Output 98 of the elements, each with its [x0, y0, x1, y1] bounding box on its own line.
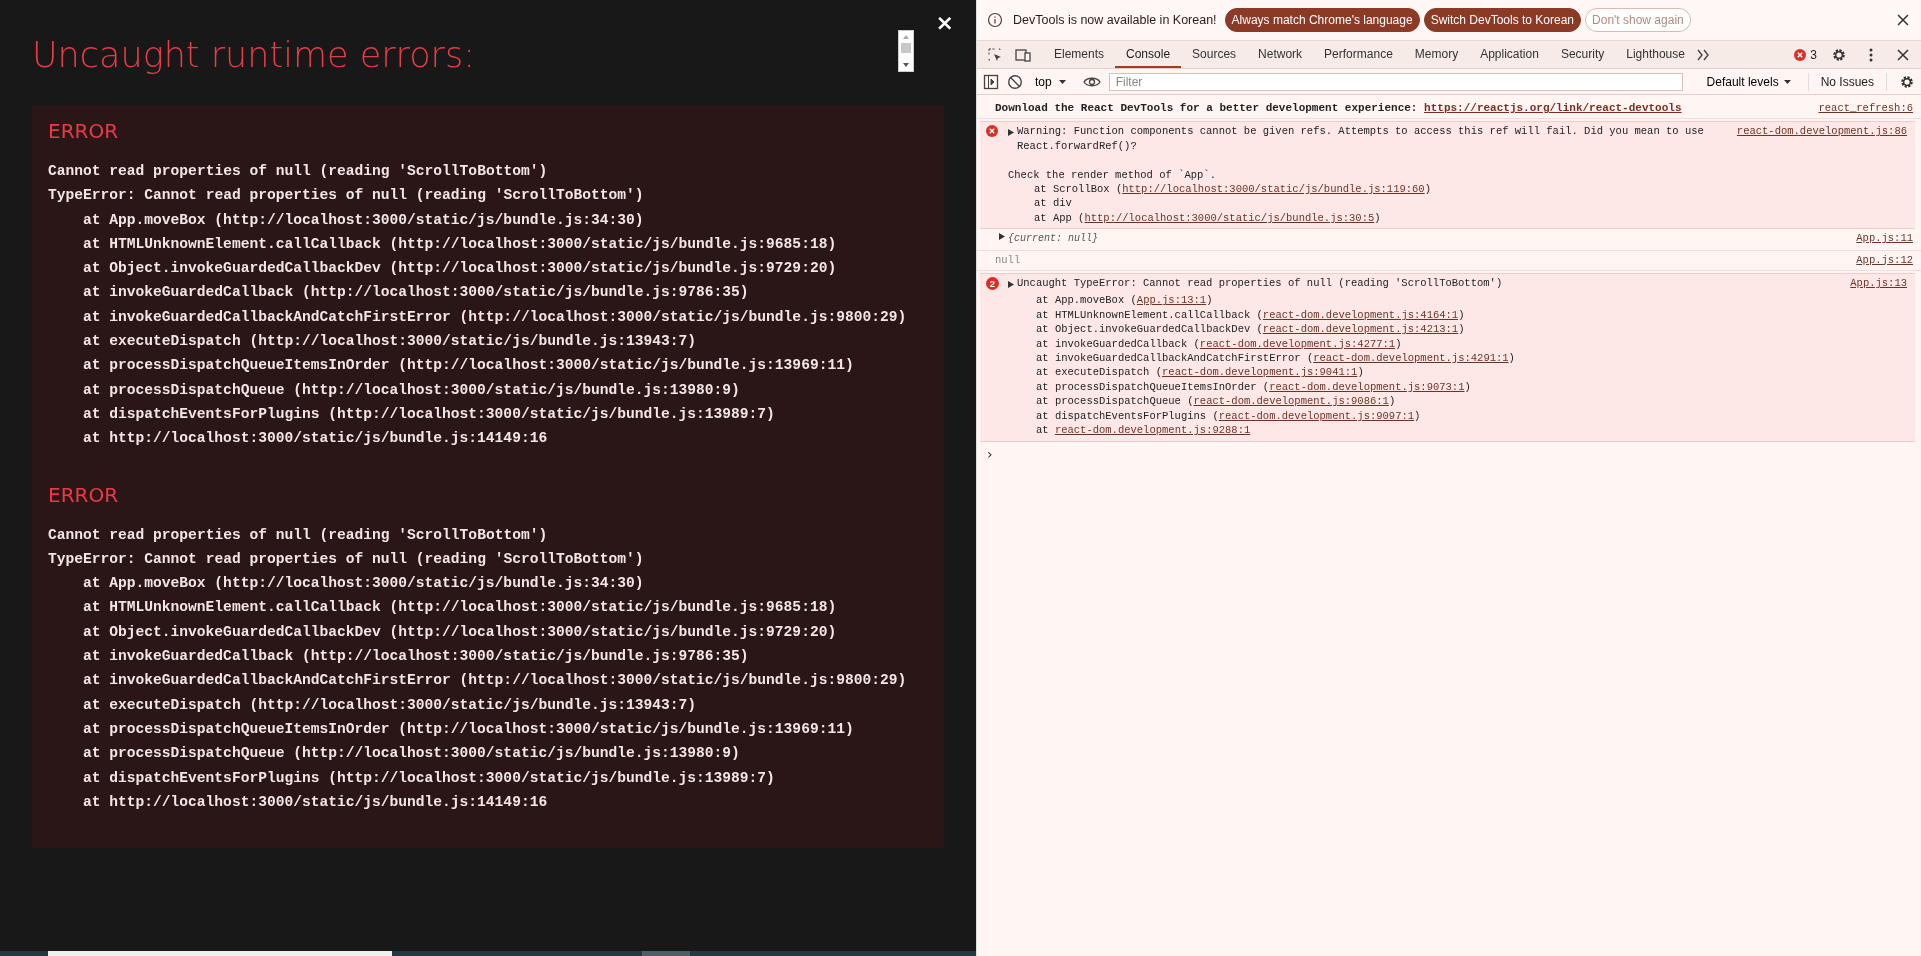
error-label: ERROR [48, 118, 119, 145]
stack-frame: at div [1008, 196, 1717, 211]
stack-link[interactable]: react-dom.development.js:4213:1 [1262, 323, 1459, 336]
context-dropdown[interactable]: top [1035, 74, 1067, 89]
stack-frame: at HTMLUnknownElement.callCallback (react-dom.development.js:4164:1) [1008, 307, 1831, 323]
clear-console-icon[interactable] [1007, 73, 1023, 90]
stack-frame: at dispatchEventsForPlugins (http://localhost:3000/static/js/bundle.js:13989:7) [48, 765, 775, 790]
panel-tab[interactable]: Performance [1313, 41, 1404, 68]
stack-frame: at executeDispatch (http://localhost:3000/static/js/bundle.js:13943:7) [48, 329, 697, 354]
error-count[interactable]: 3 [1810, 47, 1817, 62]
panel-tab[interactable]: Lighthouse [1615, 41, 1696, 68]
stack-frame: at processDispatchQueue (react-dom.development.js:9086:1) [1008, 394, 1831, 409]
close-button[interactable]: × [931, 10, 958, 35]
stack-frame: at Object.invokeGuardedCallbackDev (http://localhost:3000/static/js/bundle.js:9729:20) [48, 619, 837, 645]
stack-link[interactable]: react-dom.development.js:9086:1 [1193, 395, 1389, 408]
source-link[interactable]: react-dom.development.js:86 [1736, 124, 1907, 139]
error-message: Cannot read properties of null (reading 'ScrollToBottom') [48, 525, 548, 545]
stack-frame: at dispatchEventsForPlugins (http://localhost:3000/static/js/bundle.js:13989:7) [48, 401, 775, 427]
panel-tab[interactable]: Sources [1181, 41, 1248, 68]
issues-label[interactable]: No Issues [1807, 72, 1887, 91]
stack-link[interactable]: App.js:13:1 [1136, 294, 1207, 307]
stack-link[interactable]: http://localhost:3000/static/js/bundle.js:30:5 [1084, 211, 1375, 224]
stack-link[interactable]: react-dom.development.js:4164:1 [1262, 308, 1459, 321]
infobar-button[interactable]: Switch DevTools to Korean [1423, 8, 1582, 32]
stack-link[interactable]: react-dom.development.js:9288:1 [1054, 424, 1251, 437]
stack-frame: at invokeGuardedCallbackAndCatchFirstError (http://localhost:3000/static/js/bundle.js:9800:29) [48, 304, 907, 330]
stack-frame: at executeDispatch (react-dom.development.js:9041:1) [1008, 365, 1831, 380]
panel-tab[interactable]: Elements [1043, 41, 1116, 68]
source-link[interactable]: App.js:12 [1856, 252, 1913, 268]
stack-link[interactable]: react-dom.development.js:9073:1 [1269, 380, 1465, 393]
object-value: {current: null} [1008, 233, 1098, 245]
stack-frame: at executeDispatch (http://localhost:3000/static/js/bundle.js:13943:7) [48, 692, 697, 717]
stack-frame: at invokeGuardedCallback (http://localhost:3000/static/js/bundle.js:9786:35) [48, 280, 749, 305]
stack-link[interactable]: react-dom.development.js:9041:1 [1162, 366, 1358, 379]
panel-tab[interactable]: Application [1469, 41, 1550, 68]
error-icon [986, 125, 998, 138]
stack-frame: at Object.invokeGuardedCallbackDev (react-dom.development.js:4213:1) [1008, 322, 1831, 337]
stack-link[interactable]: react-dom.development.js:4291:1 [1313, 352, 1509, 365]
stack-frame: at App.moveBox (App.js:13:1) [1008, 293, 1831, 308]
error-label: ERROR [48, 481, 119, 509]
filter-field[interactable]: Filter [1108, 72, 1683, 91]
stack-link[interactable]: react-dom.development.js:4277:1 [1199, 337, 1396, 350]
error-message: TypeError: Cannot read properties of null (reading 'ScrollToBottom') [48, 186, 644, 206]
panel-tab[interactable]: Memory [1403, 41, 1470, 68]
console-prompt[interactable]: › [977, 441, 1921, 462]
panel-tab[interactable]: Network [1247, 41, 1314, 68]
stack-frame: at react-dom.development.js:9288:1 [1008, 423, 1831, 438]
console-message: Warning: Function components cannot be given refs. Attempts to access this ref will fail. Did you mean to use React.forwardRef()? [1017, 124, 1705, 154]
settings-icon[interactable] [1831, 46, 1847, 63]
source-link[interactable]: App.js:13 [1850, 276, 1907, 291]
console-message: Check the render method of `App`. [1008, 167, 1217, 182]
error-message: TypeError: Cannot read properties of null (reading 'ScrollToBottom') [48, 549, 644, 569]
close-icon[interactable] [1895, 46, 1911, 63]
panel-tab[interactable]: Console [1115, 41, 1182, 68]
info-icon [987, 12, 1003, 28]
console-message: Download the React DevTools for a better development experience: https://reactjs.org/link/react-devtools [995, 101, 1683, 116]
stack-frame: at invokeGuardedCallback (http://localhost:3000/static/js/bundle.js:9786:35) [48, 644, 749, 669]
stack-frame: at App (http://localhost:3000/static/js/bundle.js:30:5) [1008, 210, 1717, 226]
error-icon[interactable] [1794, 48, 1807, 61]
error-title: Uncaught runtime errors: [32, 34, 476, 77]
stack-frame: at HTMLUnknownElement.callCallback (http://localhost:3000/static/js/bundle.js:9685:18) [48, 595, 837, 620]
infobar-button[interactable]: Always match Chrome's language [1224, 8, 1420, 32]
levels-dropdown[interactable]: Default levels [1698, 74, 1800, 89]
stack-link[interactable]: react-dom.development.js:9097:1 [1218, 409, 1415, 422]
stack-frame: at processDispatchQueue (http://localhost:3000/static/js/bundle.js:13980:9) [48, 377, 740, 402]
settings-icon[interactable] [1899, 73, 1915, 90]
stack-frame: at ScrollBox (http://localhost:3000/static/js/bundle.js:119:60) [1008, 182, 1717, 197]
caret-icon [1057, 78, 1067, 85]
stack-frame: at processDispatchQueueItemsInOrder (http://localhost:3000/static/js/bundle.js:13969:11) [48, 716, 854, 742]
stack-frame: at processDispatchQueueItemsInOrder (react-dom.development.js:9073:1) [1008, 379, 1831, 395]
stack-frame: at dispatchEventsForPlugins (react-dom.development.js:9097:1) [1008, 408, 1831, 424]
sidebar-icon[interactable] [983, 73, 999, 90]
stack-frame: at processDispatchQueue (http://localhost:3000/static/js/bundle.js:13980:9) [48, 741, 740, 766]
source-link[interactable]: react_refresh:6 [1818, 101, 1913, 116]
console-message: Uncaught TypeError: Cannot read properties of null (reading 'ScrollToBottom') [1017, 276, 1504, 291]
source-link[interactable]: App.js:11 [1856, 231, 1913, 246]
stack-frame: at Object.invokeGuardedCallbackDev (http://localhost:3000/static/js/bundle.js:9729:20) [48, 256, 837, 281]
error-message: Cannot read properties of null (reading 'ScrollToBottom') [48, 162, 548, 181]
stack-frame: at invokeGuardedCallbackAndCatchFirstError (react-dom.development.js:4291:1) [1008, 351, 1831, 366]
log-value: null [995, 253, 1021, 266]
stack-frame: at invokeGuardedCallback (react-dom.development.js:4277:1) [1008, 336, 1831, 352]
device-icon[interactable] [1015, 46, 1031, 63]
stack-link[interactable]: http://localhost:3000/static/js/bundle.js:119:60 [1122, 183, 1425, 195]
panel-tab[interactable]: Security [1549, 41, 1616, 68]
stack-frame: at http://localhost:3000/static/js/bundle.js:14149:16 [48, 789, 548, 815]
scrollbar-drawing [898, 30, 914, 72]
inspect-icon[interactable] [987, 46, 1003, 63]
infobar-message: DevTools is now available in Korean! [1013, 13, 1217, 27]
caret-icon [1782, 78, 1792, 85]
error-count-badge: 2 [986, 277, 999, 291]
stack-frame: at App.moveBox (http://localhost:3000/static/js/bundle.js:34:30) [48, 207, 644, 232]
stack-frame: at App.moveBox (http://localhost:3000/static/js/bundle.js:34:30) [48, 571, 644, 596]
devtools-link[interactable]: https://reactjs.org/link/react-devtools [1424, 102, 1682, 114]
stack-frame: at invokeGuardedCallbackAndCatchFirstError (http://localhost:3000/static/js/bundle.js:9800:29) [48, 668, 907, 693]
close-icon[interactable] [1895, 12, 1911, 28]
stack-frame: at processDispatchQueueItemsInOrder (http://localhost:3000/static/js/bundle.js:13969:11) [48, 353, 854, 378]
stack-frame: at http://localhost:3000/static/js/bundle.js:14149:16 [48, 426, 548, 451]
stack-frame: at HTMLUnknownElement.callCallback (http://localhost:3000/static/js/bundle.js:9685:18) [48, 231, 837, 257]
